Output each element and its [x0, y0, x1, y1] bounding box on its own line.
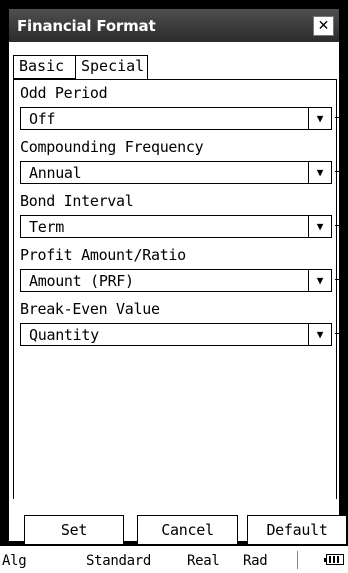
odd-period-select[interactable]: Off ▼	[20, 107, 332, 130]
default-button[interactable]: Default	[247, 515, 347, 545]
callout-line	[335, 117, 348, 118]
bond-interval-value: Term	[29, 218, 64, 236]
profit-amount-ratio-value: Amount (PRF)	[29, 272, 134, 290]
close-icon: ✕	[317, 18, 330, 34]
chevron-down-icon[interactable]: ▼	[308, 215, 332, 238]
dialog-title: Financial Format	[17, 17, 156, 35]
bond-interval-label: Bond Interval	[20, 192, 134, 210]
tab-basic[interactable]: Basic	[13, 55, 76, 79]
status-bar: Alg Standard Real Rad	[0, 546, 348, 573]
bond-interval-select[interactable]: Term ▼	[20, 215, 332, 238]
chevron-down-icon[interactable]: ▼	[308, 323, 332, 346]
callout-line	[335, 225, 348, 226]
chevron-down-icon[interactable]: ▼	[308, 269, 332, 292]
odd-period-value: Off	[29, 110, 56, 128]
set-button[interactable]: Set	[24, 515, 124, 545]
break-even-value-select[interactable]: Quantity ▼	[20, 323, 332, 346]
callout-line	[335, 171, 348, 172]
battery-icon	[324, 554, 344, 565]
close-button[interactable]: ✕	[313, 16, 334, 36]
compounding-frequency-select[interactable]: Annual ▼	[20, 161, 332, 184]
profit-amount-ratio-select[interactable]: Amount (PRF) ▼	[20, 269, 332, 292]
odd-period-label: Odd Period	[20, 84, 108, 102]
compounding-frequency-label: Compounding Frequency	[20, 138, 204, 156]
profit-amount-ratio-label: Profit Amount/Ratio	[20, 246, 186, 264]
cancel-button[interactable]: Cancel	[137, 515, 238, 545]
compounding-frequency-value: Annual	[29, 164, 82, 182]
title-bar: Financial Format ✕	[9, 9, 339, 44]
special-tab-panel: Odd Period Off ▼ Compounding Frequency A…	[13, 79, 337, 499]
status-number[interactable]: Real	[187, 552, 220, 570]
financial-format-dialog: Financial Format ✕ Basic Special Odd Per…	[8, 8, 347, 545]
device-frame: Financial Format ✕ Basic Special Odd Per…	[0, 0, 348, 546]
break-even-value-value: Quantity	[29, 326, 99, 344]
break-even-value-label: Break-Even Value	[20, 300, 160, 318]
status-divider	[297, 551, 298, 569]
tab-special[interactable]: Special	[75, 55, 148, 80]
chevron-down-icon[interactable]: ▼	[308, 107, 332, 130]
status-mode[interactable]: Alg	[2, 552, 27, 570]
callout-line	[335, 333, 348, 334]
status-angle[interactable]: Rad	[243, 552, 268, 570]
callout-line	[335, 279, 348, 280]
chevron-down-icon[interactable]: ▼	[308, 161, 332, 184]
status-display[interactable]: Standard	[86, 552, 151, 570]
